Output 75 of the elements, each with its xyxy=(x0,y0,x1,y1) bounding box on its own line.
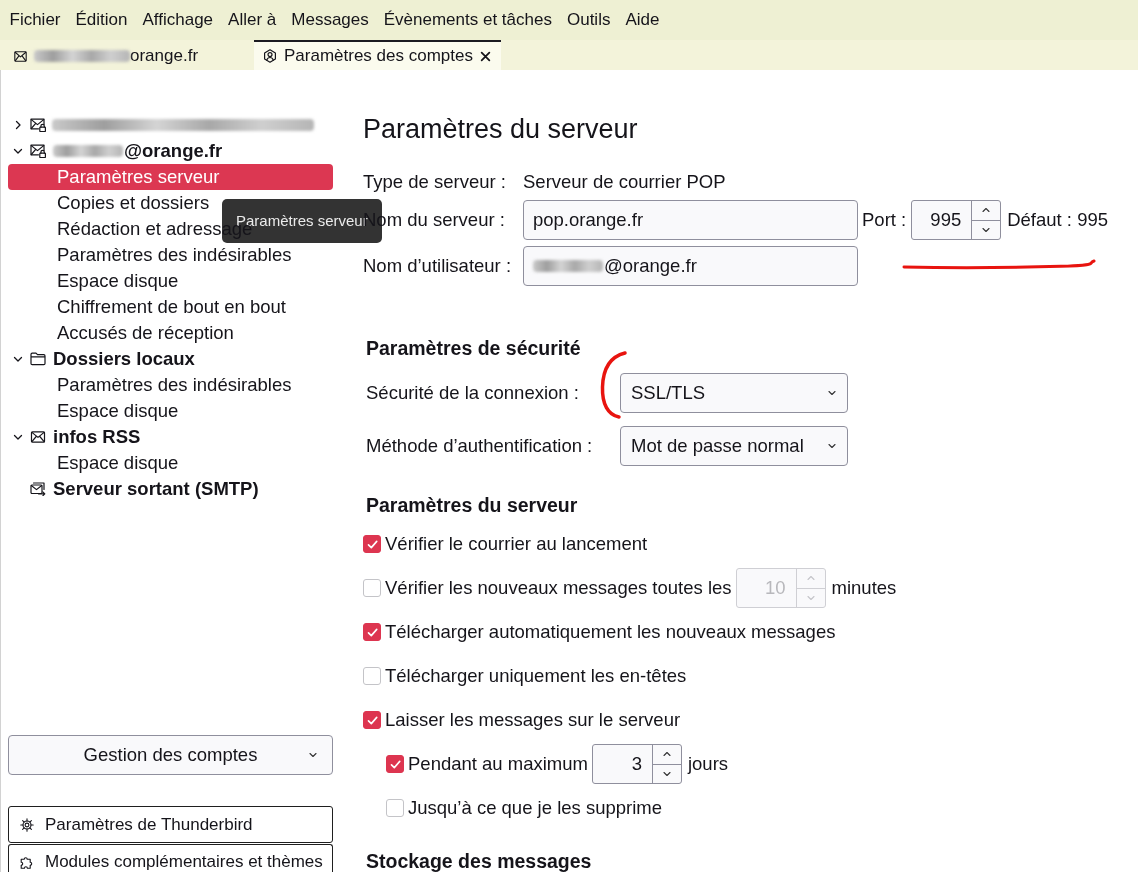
checkbox[interactable] xyxy=(363,711,381,729)
checkbox-label: Pendant au maximum xyxy=(408,753,588,775)
tab[interactable]: Paramètres des comptes xyxy=(254,40,501,70)
account-actions-dropdown[interactable]: Gestion des comptes xyxy=(8,735,333,775)
envelope-lock-icon xyxy=(30,144,46,158)
hexagon-person-icon xyxy=(263,49,277,63)
chevron-down-icon xyxy=(827,388,837,398)
menu-item[interactable]: Aller à xyxy=(220,10,284,30)
checkbox[interactable] xyxy=(386,755,404,773)
field-label: Sécurité de la connexion : xyxy=(366,381,580,405)
tree-item[interactable]: Paramètres des indésirables xyxy=(8,242,296,268)
checkbox-label: Télécharger uniquement les en-têtes xyxy=(385,665,687,687)
menu-item[interactable]: Outils xyxy=(559,10,618,30)
menu-item[interactable]: Fichier xyxy=(2,10,68,30)
menu-item[interactable]: Affichage xyxy=(135,10,221,30)
tree-item[interactable]: Espace disque xyxy=(8,268,183,294)
tree-item[interactable]: Accusés de réception xyxy=(8,320,238,346)
tree-item[interactable]: Espace disque xyxy=(8,450,183,476)
chevron-down-icon[interactable] xyxy=(13,354,23,364)
tree-item[interactable]: Paramètres serveur xyxy=(8,164,333,190)
server-name-field[interactable]: pop.orange.fr xyxy=(523,200,858,240)
field-label: Type de serveur : xyxy=(363,170,507,194)
menu-item[interactable]: Évènements et tâches xyxy=(376,10,560,30)
tree-item[interactable]: Copies et dossiers xyxy=(8,190,214,216)
section-heading: Paramètres de sécurité xyxy=(366,336,582,360)
envelope-icon xyxy=(14,50,27,62)
menu-item[interactable]: Aide xyxy=(617,10,667,30)
page-title: Paramètres du serveur xyxy=(363,113,639,145)
number-spinbox[interactable]: 3 xyxy=(591,744,682,784)
footer-button[interactable]: Paramètres de Thunderbird xyxy=(8,806,333,843)
checkbox-label: Vérifier le courrier au lancement xyxy=(385,533,648,555)
port-spinbox[interactable]: 995 xyxy=(911,200,1002,240)
checkbox-label: Laisser les messages sur le serveur xyxy=(385,709,681,731)
tree-item[interactable]: infos RSS xyxy=(8,424,145,450)
tree-item[interactable]: Espace disque xyxy=(8,398,183,424)
chevron-down-icon[interactable] xyxy=(13,146,23,156)
checkbox[interactable] xyxy=(363,535,381,553)
dropdown[interactable]: Mot de passe normal xyxy=(620,426,848,466)
envelope-icon xyxy=(30,430,46,444)
default-port-text: Défaut : 995 xyxy=(1007,209,1108,231)
section-heading: Stockage des messages xyxy=(366,850,593,872)
puzzle-icon xyxy=(20,855,34,869)
chevron-down-icon[interactable] xyxy=(13,432,23,442)
tree-item[interactable]: Chiffrement de bout en bout xyxy=(8,294,290,320)
tree-item[interactable]: Dossiers locaux xyxy=(8,346,199,372)
checkbox[interactable] xyxy=(363,623,381,641)
tree-item[interactable]: Serveur sortant (SMTP) xyxy=(8,476,263,502)
close-icon[interactable] xyxy=(479,50,491,62)
unit-label: minutes xyxy=(831,577,897,599)
chevron-down-icon xyxy=(308,750,318,760)
tree-item[interactable]: Paramètres des indésirables xyxy=(8,372,296,398)
checkbox-label: Télécharger automatiquement les nouveaux messages xyxy=(385,621,836,643)
field-label: Méthode d’authentification : xyxy=(366,434,594,458)
folder-icon xyxy=(30,352,46,366)
tab[interactable]: orange.fr xyxy=(0,40,254,70)
gear-icon xyxy=(20,817,34,832)
footer-button[interactable]: Modules complémentaires et thèmes xyxy=(8,844,333,872)
envelope-lock-icon xyxy=(30,118,46,132)
username-field[interactable]: @orange.fr xyxy=(523,246,858,286)
checkbox-label: Vérifier les nouveaux messages toutes les xyxy=(385,577,732,599)
menu-item[interactable]: Édition xyxy=(68,10,135,30)
menu-item[interactable]: Messages xyxy=(283,10,377,30)
checkbox[interactable] xyxy=(386,799,404,817)
dropdown[interactable]: SSL/TLS xyxy=(620,373,848,413)
tree-item[interactable]: @orange.fr xyxy=(8,138,227,164)
section-heading: Paramètres du serveur xyxy=(366,493,579,517)
chevron-down-icon xyxy=(827,441,837,451)
unit-label: jours xyxy=(687,753,729,775)
checkbox[interactable] xyxy=(363,579,381,597)
checkbox[interactable] xyxy=(363,667,381,685)
server-type-value: Serveur de courrier POP xyxy=(523,170,727,194)
field-label: Nom d’utilisateur : xyxy=(363,254,513,278)
checkbox-label: Jusqu’à ce que je les supprime xyxy=(408,797,662,819)
field-label: Port : xyxy=(862,209,907,231)
chevron-right-icon[interactable] xyxy=(13,120,23,130)
